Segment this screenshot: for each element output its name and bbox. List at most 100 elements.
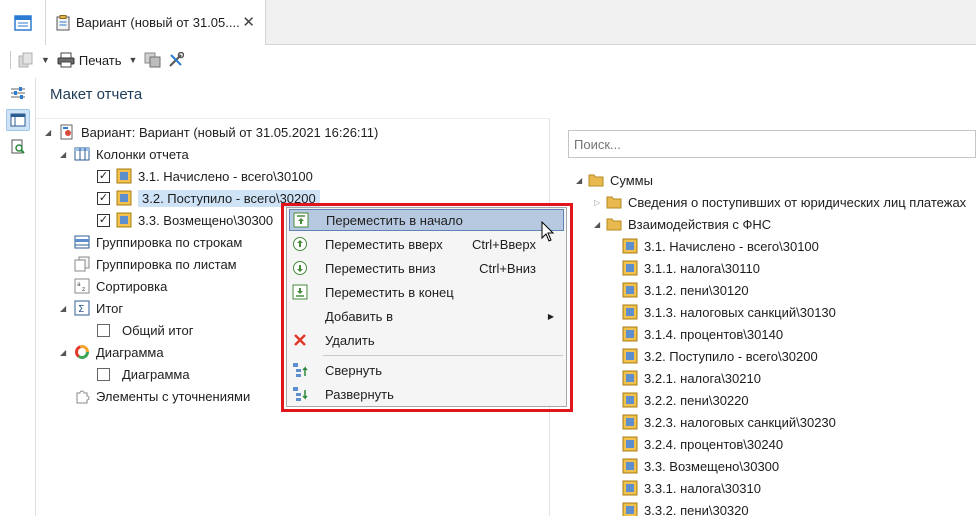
list-item[interactable]: 3.2.1. налога\30210 xyxy=(622,368,761,388)
close-tab-icon[interactable]: ✕ xyxy=(242,13,255,31)
expand-tree-icon xyxy=(293,387,308,401)
chart-child-label: Диаграмма xyxy=(122,366,190,382)
menu-move-to-start[interactable]: Переместить в начало xyxy=(289,209,564,231)
svg-text:z: z xyxy=(82,286,85,293)
donut-chart-icon xyxy=(75,345,89,359)
tree-grouping-sheets[interactable]: Группировка по листам xyxy=(74,254,237,274)
menu-move-down[interactable]: Переместить вниз Ctrl+Вниз xyxy=(289,257,564,279)
print-dropdown-icon[interactable]: ▼ xyxy=(129,55,138,65)
folder-fns-label: Взаимодействия с ФНС xyxy=(628,216,772,232)
sum-field-icon xyxy=(622,458,638,474)
duplicate-button[interactable] xyxy=(141,49,165,71)
sorting-label: Сортировка xyxy=(96,278,168,294)
settings-tools-button[interactable] xyxy=(165,49,187,71)
collapse-arrow-icon[interactable]: ◢ xyxy=(45,128,55,137)
list-item-label: 3.2.1. налога\30210 xyxy=(644,370,761,386)
tab-bar: Вариант (новый от 31.05.... ✕ xyxy=(0,0,976,45)
tab-home[interactable] xyxy=(0,0,46,45)
list-item[interactable]: 3.1.3. налоговых санкций\30130 xyxy=(622,302,836,322)
list-item[interactable]: 3.2. Поступило - всего\30200 xyxy=(622,346,818,366)
tree-total-child[interactable]: Общий итог xyxy=(97,320,193,340)
table-columns-icon xyxy=(74,147,90,161)
toolbar: ▼ Печать ▼ xyxy=(0,46,976,74)
menu-item-label: Переместить в конец xyxy=(325,284,454,300)
column-checkbox[interactable]: ✓ xyxy=(97,213,110,227)
list-item[interactable]: 3.2.2. пени\30220 xyxy=(622,390,749,410)
settings-sliders-button[interactable] xyxy=(6,82,30,104)
tree-root-variant[interactable]: ◢ Вариант: Вариант (новый от 31.05.2021 … xyxy=(45,122,378,142)
sliders-icon xyxy=(11,87,25,99)
preview-button[interactable] xyxy=(6,136,30,158)
toolbar-separator xyxy=(10,51,11,69)
tree-folder-legal-payments[interactable]: ▷ Сведения о поступивших от юридических … xyxy=(594,192,966,212)
list-item[interactable]: 3.1. Начислено - всего\30100 xyxy=(622,236,819,256)
list-item[interactable]: 3.2.4. процентов\30240 xyxy=(622,434,783,454)
collapse-arrow-icon[interactable]: ◢ xyxy=(60,348,70,357)
column-checkbox[interactable]: ✓ xyxy=(97,191,110,205)
list-item-label: 3.3.1. налога\30310 xyxy=(644,480,761,496)
sum-field-icon xyxy=(622,238,638,254)
printer-icon xyxy=(57,52,75,68)
print-button[interactable]: Печать xyxy=(54,49,125,71)
collapse-arrow-icon[interactable]: ◢ xyxy=(594,220,604,229)
menu-item-shortcut: Ctrl+Вниз xyxy=(479,260,536,276)
folder-icon xyxy=(606,196,622,209)
column-label: 3.1. Начислено - всего\30100 xyxy=(138,168,313,184)
tree-sorting[interactable]: a z Сортировка xyxy=(74,276,167,296)
collapse-arrow-icon[interactable]: ◢ xyxy=(60,150,70,159)
tree-total[interactable]: ◢ Σ Итог xyxy=(60,298,123,318)
tab-report-variant[interactable]: Вариант (новый от 31.05.... ✕ xyxy=(46,0,266,45)
collapse-arrow-icon[interactable]: ◢ xyxy=(576,176,586,185)
menu-collapse[interactable]: Свернуть xyxy=(289,359,564,381)
window-list-icon xyxy=(13,14,32,31)
column-checkbox[interactable]: ✓ xyxy=(97,169,110,183)
total-checkbox[interactable] xyxy=(97,323,110,337)
tree-columns-group[interactable]: ◢ Колонки отчета xyxy=(60,144,189,164)
menu-delete[interactable]: Удалить xyxy=(289,329,564,351)
list-item[interactable]: 3.1.4. процентов\30140 xyxy=(622,324,783,344)
copy-button[interactable] xyxy=(15,49,37,71)
chart-checkbox[interactable] xyxy=(97,367,110,381)
tree-chart-child[interactable]: Диаграмма xyxy=(97,364,190,384)
menu-item-label: Развернуть xyxy=(325,386,394,402)
tree-folder-fns[interactable]: ◢ Взаимодействия с ФНС xyxy=(594,214,771,234)
menu-item-label: Переместить в начало xyxy=(326,212,463,228)
search-field[interactable] xyxy=(568,130,976,158)
list-item[interactable]: 3.1.1. налога\30110 xyxy=(622,258,760,278)
list-item-label: 3.2. Поступило - всего\30200 xyxy=(644,348,818,364)
sum-field-icon xyxy=(622,392,638,408)
side-icon-strip xyxy=(0,78,36,516)
list-item-label: 3.1.4. процентов\30140 xyxy=(644,326,784,342)
layout-view-button[interactable] xyxy=(6,109,30,131)
menu-item-label: Свернуть xyxy=(325,362,383,378)
list-item[interactable]: 3.2.3. налоговых санкций\30230 xyxy=(622,412,836,432)
search-input[interactable] xyxy=(574,136,975,152)
move-to-bottom-icon xyxy=(292,284,308,300)
menu-add-to[interactable]: Добавить в ▶ xyxy=(289,305,564,327)
column-item[interactable]: ✓ 3.1. Начислено - всего\30100 xyxy=(97,166,313,186)
list-item[interactable]: 3.1.2. пени\30120 xyxy=(622,280,749,300)
sum-field-icon xyxy=(622,370,638,386)
menu-expand[interactable]: Развернуть xyxy=(289,383,564,405)
panel-title: Макет отчета xyxy=(50,86,143,103)
expand-arrow-icon[interactable]: ▷ xyxy=(594,198,604,207)
list-item-label: 3.1. Начислено - всего\30100 xyxy=(644,238,819,254)
menu-move-up[interactable]: Переместить вверх Ctrl+Вверх xyxy=(289,233,564,255)
list-item[interactable]: 3.3.1. налога\30310 xyxy=(622,478,761,498)
grouping-sheets-label: Группировка по листам xyxy=(96,256,237,272)
tree-sums-root[interactable]: ◢ Суммы xyxy=(576,170,653,190)
list-item[interactable]: 3.3.2. пени\30320 xyxy=(622,500,749,516)
grouping-rows-label: Группировка по строкам xyxy=(96,234,243,250)
total-label: Итог xyxy=(96,300,124,316)
list-item[interactable]: 3.3. Возмещено\30300 xyxy=(622,456,779,476)
sum-field-icon xyxy=(622,414,638,430)
copy-dropdown-icon[interactable]: ▼ xyxy=(41,55,50,65)
column-item[interactable]: ✓ 3.3. Возмещено\30300 xyxy=(97,210,273,230)
list-item-label: 3.2.2. пени\30220 xyxy=(644,392,749,408)
report-variant-icon xyxy=(60,124,73,140)
tree-chart[interactable]: ◢ Диаграмма xyxy=(60,342,164,362)
tree-grouping-rows[interactable]: Группировка по строкам xyxy=(74,232,242,252)
tree-refinements[interactable]: Элементы с уточнениями xyxy=(74,386,250,406)
menu-move-to-end[interactable]: Переместить в конец xyxy=(289,281,564,303)
collapse-arrow-icon[interactable]: ◢ xyxy=(60,304,70,313)
